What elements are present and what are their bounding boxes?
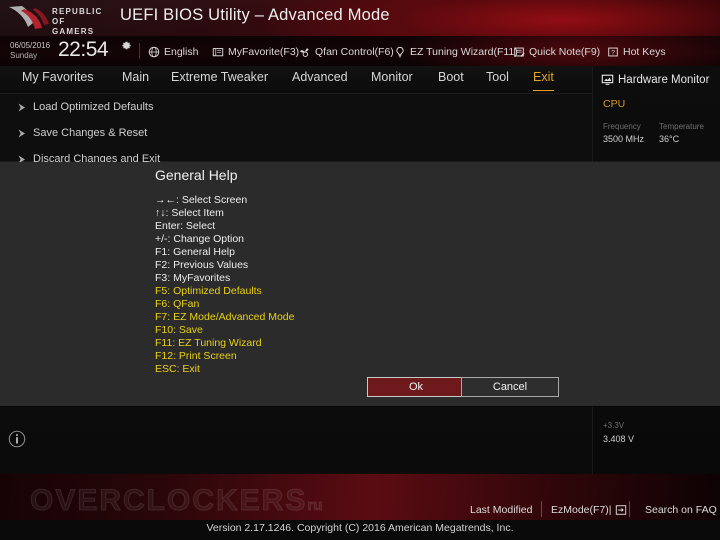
help-line-enter-select: Enter: Select bbox=[155, 220, 216, 232]
tab-advanced[interactable]: Advanced bbox=[292, 70, 348, 90]
help-line-change-option: +/-: Change Option bbox=[155, 233, 245, 245]
exit-arrow-icon bbox=[615, 505, 626, 515]
help-line-f10: F10: Save bbox=[155, 324, 203, 336]
menu-item-save-changes-reset[interactable]: Save Changes & Reset bbox=[18, 124, 147, 142]
tab-extreme-tweaker[interactable]: Extreme Tweaker bbox=[171, 70, 268, 90]
hw-cpu-temperature-value: 36°C bbox=[659, 134, 680, 144]
toolbar-item-ez-tuning-wizard-label: EZ Tuning Wizard(F11) bbox=[410, 46, 518, 58]
infobar-divider bbox=[139, 43, 140, 59]
tab-main[interactable]: Main bbox=[122, 70, 149, 90]
info-bar: 06/05/2016 Sunday 22:54 English MyFavori… bbox=[0, 36, 720, 66]
globe-icon bbox=[148, 46, 160, 58]
monitor-icon bbox=[601, 74, 614, 85]
fan-icon bbox=[300, 48, 309, 57]
toolbar-item-hot-keys-label: Hot Keys bbox=[623, 46, 666, 58]
toolbar-item-language-label: English bbox=[164, 46, 199, 58]
help-line-f2: F2: Previous Values bbox=[155, 259, 249, 271]
menu-item-load-optimized-defaults[interactable]: Load Optimized Defaults bbox=[18, 98, 153, 116]
hw-cpu-temperature-label: Temperature bbox=[659, 122, 704, 131]
help-line-esc: ESC: Exit bbox=[155, 363, 200, 375]
menu-item-save-changes-reset-label: Save Changes & Reset bbox=[33, 127, 148, 139]
gear-icon[interactable] bbox=[121, 40, 132, 51]
rog-logo-icon bbox=[9, 6, 49, 29]
help-line-f7: F7: EZ Mode/Advanced Mode bbox=[155, 311, 295, 323]
book-icon bbox=[212, 48, 224, 57]
help-line-select-screen: →←: Select Screen bbox=[155, 194, 248, 206]
note-icon bbox=[514, 47, 525, 57]
menu-item-load-optimized-defaults-label: Load Optimized Defaults bbox=[33, 101, 154, 113]
hw-voltage-value: 3.408 V bbox=[603, 434, 635, 444]
chevron-right-icon bbox=[18, 129, 25, 137]
bottom-link-ezmode[interactable]: EzMode(F7)| bbox=[551, 502, 627, 518]
system-day: Sunday bbox=[10, 51, 38, 60]
toolbar-item-qfan-label: Qfan Control(F6) bbox=[315, 46, 394, 58]
help-line-f3: F3: MyFavorites bbox=[155, 272, 231, 284]
rog-logo: REPUBLIC OF GAMERS bbox=[8, 2, 116, 36]
general-help-title: General Help bbox=[155, 167, 238, 183]
help-line-select-item: ↑↓: Select Item bbox=[155, 207, 224, 219]
system-date: 06/05/2016 bbox=[10, 41, 51, 50]
tab-monitor[interactable]: Monitor bbox=[371, 70, 413, 90]
bulb-icon bbox=[396, 46, 404, 58]
help-line-f11: F11: EZ Tuning Wizard bbox=[155, 337, 262, 349]
help-line-f1: F1: General Help bbox=[155, 246, 235, 258]
toolbar-item-myfavorite-label: MyFavorite(F3) bbox=[228, 46, 300, 58]
rog-brand-line1: REPUBLIC OF bbox=[52, 7, 103, 26]
toolbar-item-qfan[interactable]: Qfan Control(F6) bbox=[299, 44, 394, 60]
general-help-list: →←: Select Screen ↑↓: Select Item Enter:… bbox=[155, 194, 535, 376]
chevron-right-icon bbox=[18, 103, 25, 111]
bottom-link-search-faq-label: Search on FAQ bbox=[645, 504, 717, 516]
help-line-f5: F5: Optimized Defaults bbox=[155, 285, 262, 297]
tab-my-favorites[interactable]: My Favorites bbox=[22, 70, 94, 90]
rog-brand-text: REPUBLIC OF GAMERS bbox=[52, 7, 116, 36]
version-text: Version 2.17.1246. Copyright (C) 2016 Am… bbox=[206, 522, 514, 534]
toolbar-item-ez-tuning-wizard[interactable]: EZ Tuning Wizard(F11) bbox=[394, 44, 518, 60]
hardware-monitor-title-label: Hardware Monitor bbox=[618, 73, 710, 86]
rog-brand-line2: GAMERS bbox=[52, 27, 95, 36]
bottom-divider-1 bbox=[541, 501, 542, 517]
question-key-icon: ? bbox=[608, 47, 618, 57]
svg-text:?: ? bbox=[611, 50, 615, 57]
hw-cpu-frequency-label: Frequency bbox=[603, 122, 641, 131]
info-circle-icon[interactable] bbox=[8, 430, 26, 448]
hardware-monitor-title: Hardware Monitor bbox=[601, 73, 709, 86]
tab-tool[interactable]: Tool bbox=[486, 70, 509, 90]
bottom-link-last-modified-label: Last Modified bbox=[470, 504, 533, 516]
bottom-link-ezmode-label: EzMode(F7)| bbox=[551, 504, 612, 516]
hw-section-cpu: CPU bbox=[603, 98, 626, 110]
cancel-button[interactable]: Cancel bbox=[461, 377, 559, 397]
help-line-f6: F6: QFan bbox=[155, 298, 200, 310]
bottom-link-last-modified[interactable]: Last Modified bbox=[470, 502, 532, 518]
toolbar-item-hot-keys[interactable]: ? Hot Keys bbox=[607, 44, 666, 60]
title-bar: REPUBLIC OF GAMERS UEFI BIOS Utility – A… bbox=[0, 0, 720, 36]
bios-screen: REPUBLIC OF GAMERS UEFI BIOS Utility – A… bbox=[0, 0, 720, 540]
bottom-divider-2 bbox=[629, 501, 630, 517]
toolbar-item-quick-note[interactable]: Quick Note(F9) bbox=[513, 44, 600, 60]
help-line-f12: F12: Print Screen bbox=[155, 350, 237, 362]
tab-boot[interactable]: Boot bbox=[438, 70, 464, 90]
page-title: UEFI BIOS Utility – Advanced Mode bbox=[120, 6, 390, 24]
hw-cpu-frequency-value: 3500 MHz bbox=[603, 134, 645, 144]
toolbar-item-myfavorite[interactable]: MyFavorite(F3) bbox=[212, 44, 299, 60]
system-time: 22:54 bbox=[58, 38, 109, 61]
toolbar-item-language[interactable]: English bbox=[148, 44, 198, 60]
tab-exit[interactable]: Exit bbox=[533, 70, 554, 91]
ok-button[interactable]: Ok bbox=[367, 377, 465, 397]
toolbar-item-quick-note-label: Quick Note(F9) bbox=[529, 46, 601, 58]
hw-voltage-label: +3.3V bbox=[603, 421, 625, 430]
bottom-link-search-faq[interactable]: Search on FAQ bbox=[645, 502, 717, 518]
